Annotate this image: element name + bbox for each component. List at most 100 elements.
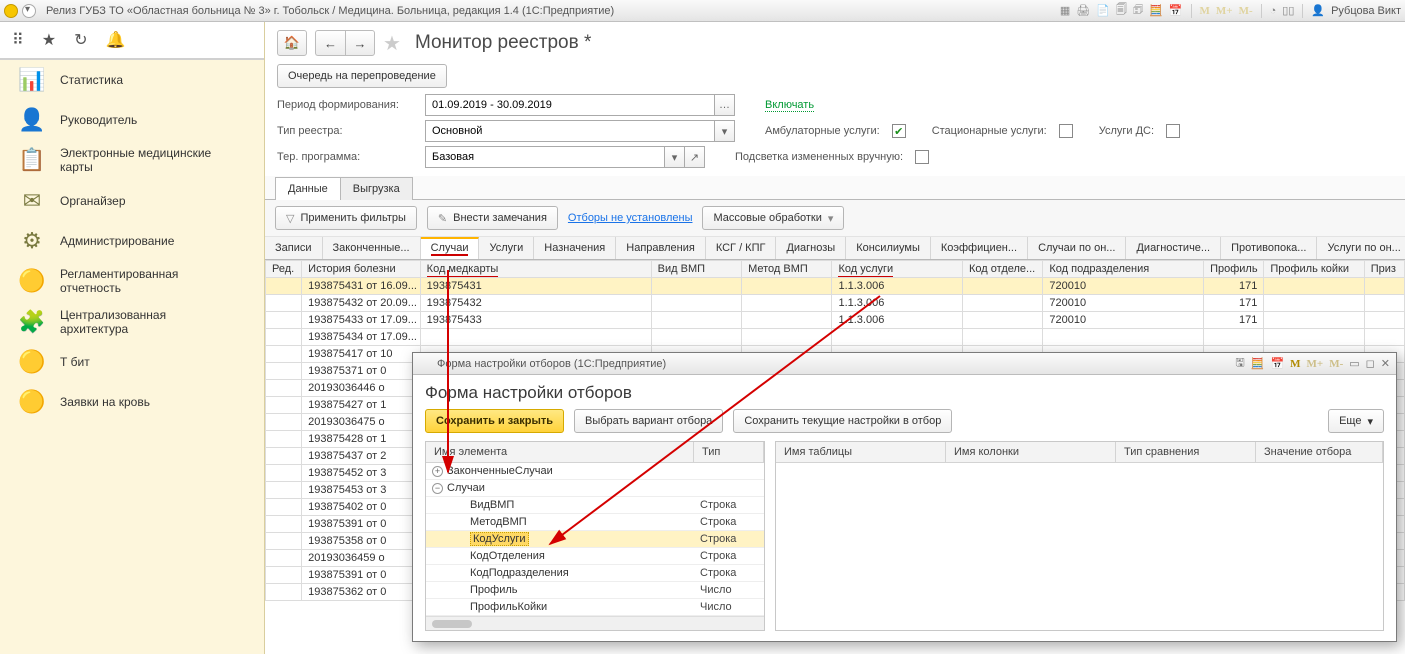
prog-field[interactable] <box>426 147 664 167</box>
sidebar-item-5[interactable]: 🟡 Регламентированная отчетность <box>0 261 264 302</box>
type-dropdown-button[interactable]: ▾ <box>714 121 734 141</box>
scale-m-minus[interactable]: M- <box>1239 5 1253 17</box>
dlg-scale-m-plus[interactable]: M+ <box>1307 358 1324 370</box>
col-10[interactable]: Приз <box>1364 261 1404 278</box>
category-tab-8[interactable]: Консилиумы <box>846 237 931 259</box>
category-tab-13[interactable]: Услуги по он... <box>1317 237 1405 259</box>
bell-icon[interactable]: 🔔 <box>105 30 125 50</box>
tree-item-1[interactable]: −Случаи <box>426 480 764 497</box>
col-1[interactable]: История болезни <box>302 261 421 278</box>
ds-checkbox[interactable] <box>1166 124 1180 138</box>
dlg-cal-icon[interactable]: 📅 <box>1270 357 1284 370</box>
tb-icon-5[interactable]: 🗊 <box>1133 1 1143 20</box>
tree-item-5[interactable]: КодОтделенияСтрока <box>426 548 764 565</box>
dlg-save-icon[interactable]: 🖫 <box>1235 354 1244 373</box>
amb-checkbox[interactable] <box>892 124 906 138</box>
prog-open-button[interactable]: ↗ <box>684 147 704 167</box>
category-tab-7[interactable]: Диагнозы <box>776 237 846 259</box>
tree-hscroll[interactable] <box>426 616 764 630</box>
category-tab-3[interactable]: Услуги <box>479 237 534 259</box>
save-current-button[interactable]: Сохранить текущие настройки в отбор <box>733 409 952 433</box>
table-row[interactable]: 193875433 от 17.09...1938754331.1.3.0067… <box>266 312 1405 329</box>
sidebar-item-3[interactable]: ✉ Органайзер <box>0 181 264 221</box>
tree-item-8[interactable]: ПрофильКойкиЧисло <box>426 599 764 616</box>
category-tab-4[interactable]: Назначения <box>534 237 616 259</box>
include-link[interactable]: Включать <box>765 99 814 112</box>
main-tab-0[interactable]: Данные <box>275 177 341 200</box>
period-input[interactable]: … <box>425 94 735 116</box>
sidebar-item-2[interactable]: 📋 Электронные медицинские карты <box>0 140 264 181</box>
forward-button[interactable]: → <box>345 30 375 56</box>
col-6[interactable]: Код отделе... <box>963 261 1043 278</box>
tree-item-4[interactable]: КодУслугиСтрока <box>426 531 764 548</box>
category-tab-9[interactable]: Коэффициен... <box>931 237 1028 259</box>
dlg-min-icon[interactable]: ▭ <box>1349 357 1359 370</box>
col-7[interactable]: Код подразделения <box>1043 261 1204 278</box>
sidebar-item-7[interactable]: 🟡 Т бит <box>0 342 264 382</box>
sidebar-item-6[interactable]: 🧩 Централизованная архитектура <box>0 302 264 343</box>
type-field[interactable] <box>426 121 714 141</box>
back-button[interactable]: ← <box>315 30 345 56</box>
table-row[interactable]: 193875431 от 16.09...1938754311.1.3.0067… <box>266 278 1405 295</box>
print-icon[interactable]: 🖨 <box>1076 4 1090 17</box>
sidebar-item-0[interactable]: 📊 Статистика <box>0 60 264 100</box>
favorite-toggle[interactable]: ★ <box>383 31 401 56</box>
tb-icon-panels[interactable]: ▯▯ <box>1282 4 1294 17</box>
calendar-icon[interactable]: 📅 <box>1169 4 1183 17</box>
category-tab-5[interactable]: Направления <box>616 237 706 259</box>
dlg-scale-m-minus[interactable]: M- <box>1329 358 1343 370</box>
home-button[interactable]: 🏠 <box>277 30 307 56</box>
tree-toggle[interactable]: + <box>432 466 443 477</box>
col-3[interactable]: Вид ВМП <box>651 261 741 278</box>
filters-list[interactable] <box>776 463 1383 630</box>
history-icon[interactable]: ↻ <box>74 30 87 50</box>
filters-state-link[interactable]: Отборы не установлены <box>568 212 693 224</box>
table-row[interactable]: 193875434 от 17.09... <box>266 329 1405 346</box>
close-icon[interactable]: ✕ <box>1381 357 1390 370</box>
apply-filters-button[interactable]: ▽ Применить фильтры <box>275 206 417 230</box>
app-menu-dropdown[interactable] <box>22 4 36 18</box>
apps-icon[interactable]: ⠿ <box>12 30 24 50</box>
tb-icon-1[interactable]: ▦ <box>1060 4 1070 17</box>
tree-item-0[interactable]: +ЗаконченныеСлучаи <box>426 463 764 480</box>
tree-toggle[interactable]: − <box>432 483 443 494</box>
col-0[interactable]: Ред. <box>266 261 302 278</box>
col-5[interactable]: Код услуги <box>832 261 963 278</box>
main-tab-1[interactable]: Выгрузка <box>340 177 413 200</box>
dlg-max-icon[interactable]: ◻ <box>1366 357 1375 370</box>
col-8[interactable]: Профиль <box>1204 261 1264 278</box>
col-4[interactable]: Метод ВМП <box>742 261 832 278</box>
tree-item-7[interactable]: ПрофильЧисло <box>426 582 764 599</box>
category-tab-12[interactable]: Противопока... <box>1221 237 1317 259</box>
star-icon[interactable]: ★ <box>42 30 56 50</box>
period-field[interactable] <box>426 95 714 115</box>
dlg-scale-m[interactable]: M <box>1290 358 1300 370</box>
mass-ops-button[interactable]: Массовые обработки ▾ <box>702 206 844 230</box>
table-row[interactable]: 193875432 от 20.09...1938754321.1.3.0067… <box>266 295 1405 312</box>
choose-variant-button[interactable]: Выбрать вариант отбора <box>574 409 723 433</box>
tree-item-2[interactable]: ВидВМПСтрока <box>426 497 764 514</box>
tb-icon-clock[interactable]: ◔ <box>1270 5 1277 17</box>
type-combo[interactable]: ▾ <box>425 120 735 142</box>
tree-item-6[interactable]: КодПодразделенияСтрока <box>426 565 764 582</box>
queue-button[interactable]: Очередь на перепроведение <box>277 64 447 88</box>
category-tab-1[interactable]: Законченные... <box>323 237 421 259</box>
sidebar-item-8[interactable]: 🟡 Заявки на кровь <box>0 382 264 422</box>
prog-dropdown-button[interactable]: ▾ <box>664 147 684 167</box>
tb-icon-3[interactable]: 📄 <box>1096 4 1110 17</box>
col-9[interactable]: Профиль койки <box>1264 261 1364 278</box>
sidebar-item-1[interactable]: 👤 Руководитель <box>0 100 264 140</box>
scale-m[interactable]: M <box>1200 5 1210 17</box>
category-tab-0[interactable]: Записи <box>265 237 323 259</box>
scale-m-plus[interactable]: M+ <box>1216 5 1233 17</box>
tb-icon-4[interactable]: 🗐 <box>1116 1 1127 20</box>
tree-item-3[interactable]: МетодВМПСтрока <box>426 514 764 531</box>
elements-tree[interactable]: +ЗаконченныеСлучаи−СлучаиВидВМПСтрокаМет… <box>426 463 764 616</box>
manual-checkbox[interactable] <box>915 150 929 164</box>
add-remarks-button[interactable]: ✎ Внести замечания <box>427 206 558 230</box>
sidebar-item-4[interactable]: ⚙ Администрирование <box>0 221 264 261</box>
prog-combo[interactable]: ▾ ↗ <box>425 146 705 168</box>
more-button[interactable]: Еще ▾ <box>1328 409 1384 433</box>
category-tab-11[interactable]: Диагностиче... <box>1126 237 1221 259</box>
save-and-close-button[interactable]: Сохранить и закрыть <box>425 409 564 433</box>
